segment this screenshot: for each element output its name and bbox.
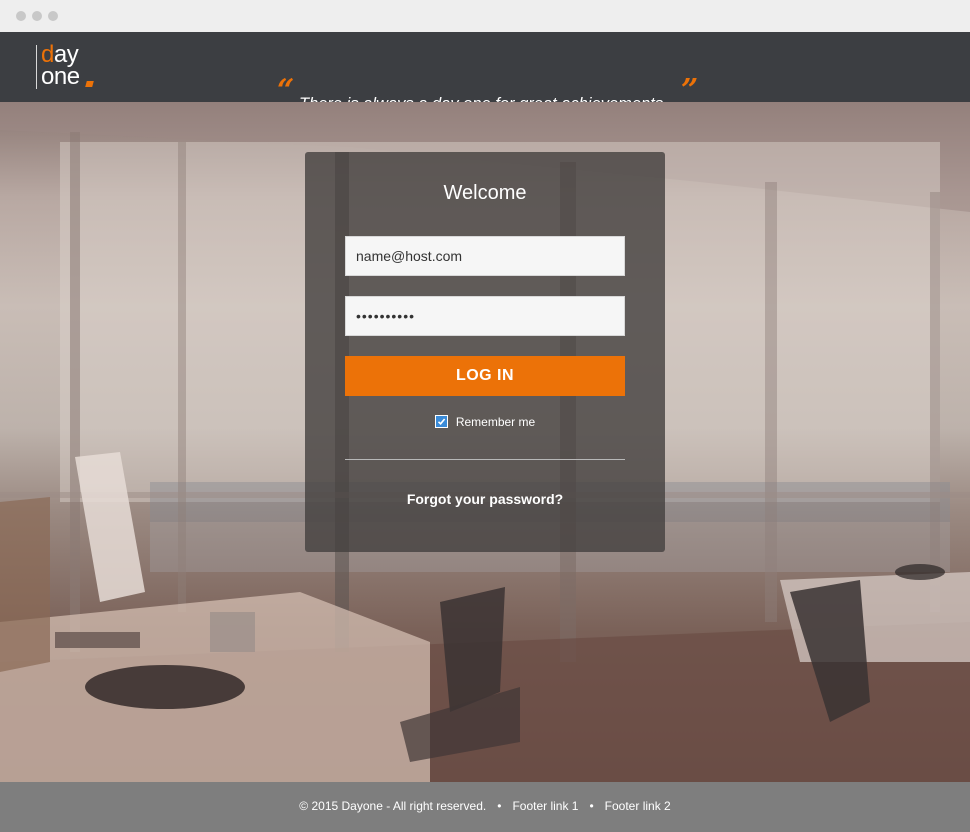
remember-me-row[interactable]: Remember me <box>305 415 665 429</box>
checkmark-icon <box>437 418 446 425</box>
window-minimize-dot[interactable] <box>32 11 42 21</box>
logo-line-2: one <box>41 63 80 90</box>
footer-copyright: © 2015 Dayone - All right reserved. <box>299 799 487 813</box>
password-field[interactable] <box>345 296 625 336</box>
email-field[interactable] <box>345 236 625 276</box>
window-titlebar <box>0 0 970 32</box>
site-header: day one “ There is always a day one for … <box>0 32 970 113</box>
footer-separator: • <box>589 799 594 813</box>
footer-link-1[interactable]: Footer link 1 <box>512 799 578 813</box>
login-panel: Welcome LOG IN Remember me Forgot your p… <box>305 152 665 552</box>
footer-link-2[interactable]: Footer link 2 <box>605 799 671 813</box>
login-button[interactable]: LOG IN <box>345 356 625 396</box>
site-footer: © 2015 Dayone - All right reserved. • Foot… <box>0 782 970 832</box>
window-maximize-dot[interactable] <box>48 11 58 21</box>
logo-period <box>85 81 94 87</box>
panel-divider <box>345 459 625 460</box>
dayone-logo[interactable]: day one <box>36 43 98 92</box>
welcome-title: Welcome <box>443 182 527 204</box>
remember-me-label: Remember me <box>455 415 536 429</box>
logo-bar <box>36 45 37 89</box>
footer-separator: • <box>497 799 502 813</box>
forgot-password-link[interactable]: Forgot your password? <box>305 491 665 507</box>
window-close-dot[interactable] <box>16 11 26 21</box>
remember-me-checkbox[interactable] <box>434 415 448 428</box>
